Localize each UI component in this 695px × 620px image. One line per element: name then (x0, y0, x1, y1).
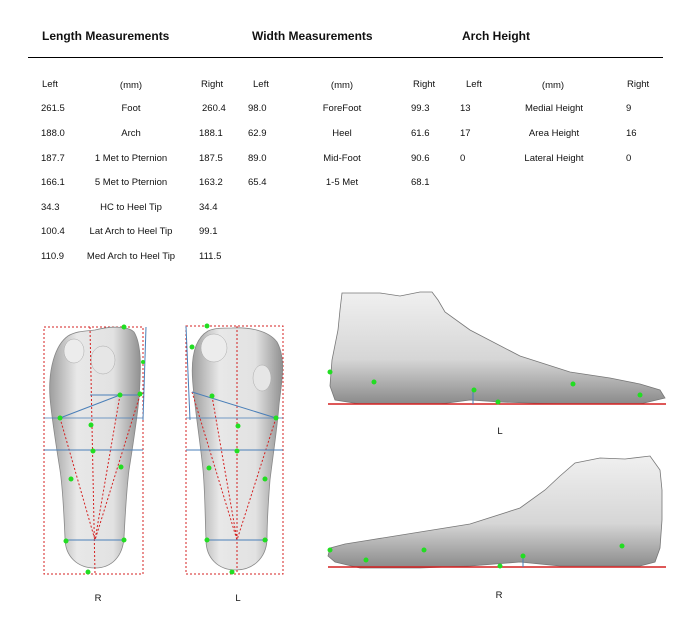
foot-scan-images (43, 291, 666, 575)
right-foot-side-view (327, 455, 666, 569)
toe-detail (200, 333, 228, 363)
toe-detail (63, 338, 85, 364)
right-foot-plantar-view (43, 324, 147, 575)
toe-detail (90, 345, 116, 375)
foot-outline (329, 291, 666, 405)
guide-line (185, 325, 191, 421)
foot-outline (327, 455, 663, 569)
right-plantar-caption: R (94, 593, 102, 604)
right-side-caption: R (495, 590, 503, 601)
left-plantar-caption: L (235, 593, 241, 604)
left-side-caption: L (497, 426, 503, 437)
left-foot-plantar-view (185, 323, 284, 575)
left-foot-side-view (327, 291, 666, 405)
toe-detail (252, 364, 272, 392)
